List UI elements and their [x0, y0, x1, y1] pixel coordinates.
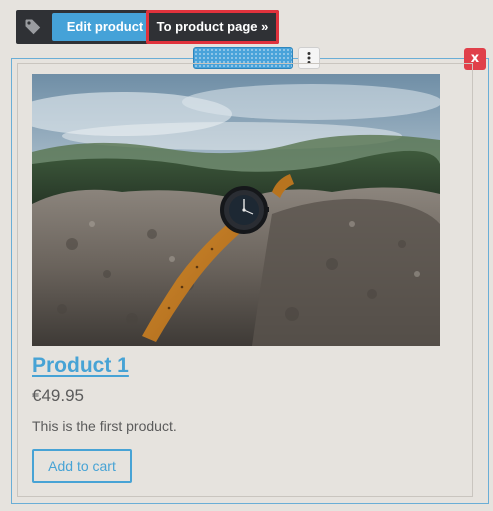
- product-title-link[interactable]: Product 1: [32, 354, 129, 378]
- product-description: This is the first product.: [32, 418, 177, 434]
- product-price: €49.95: [32, 386, 84, 405]
- edit-product-button[interactable]: Edit product: [52, 13, 158, 41]
- tag-icon: [24, 18, 42, 36]
- add-to-cart-button[interactable]: Add to cart: [32, 449, 132, 483]
- product-toolbar: Edit product To product page »: [16, 10, 279, 44]
- to-product-page-button[interactable]: To product page »: [146, 10, 279, 44]
- product-image: [32, 74, 440, 346]
